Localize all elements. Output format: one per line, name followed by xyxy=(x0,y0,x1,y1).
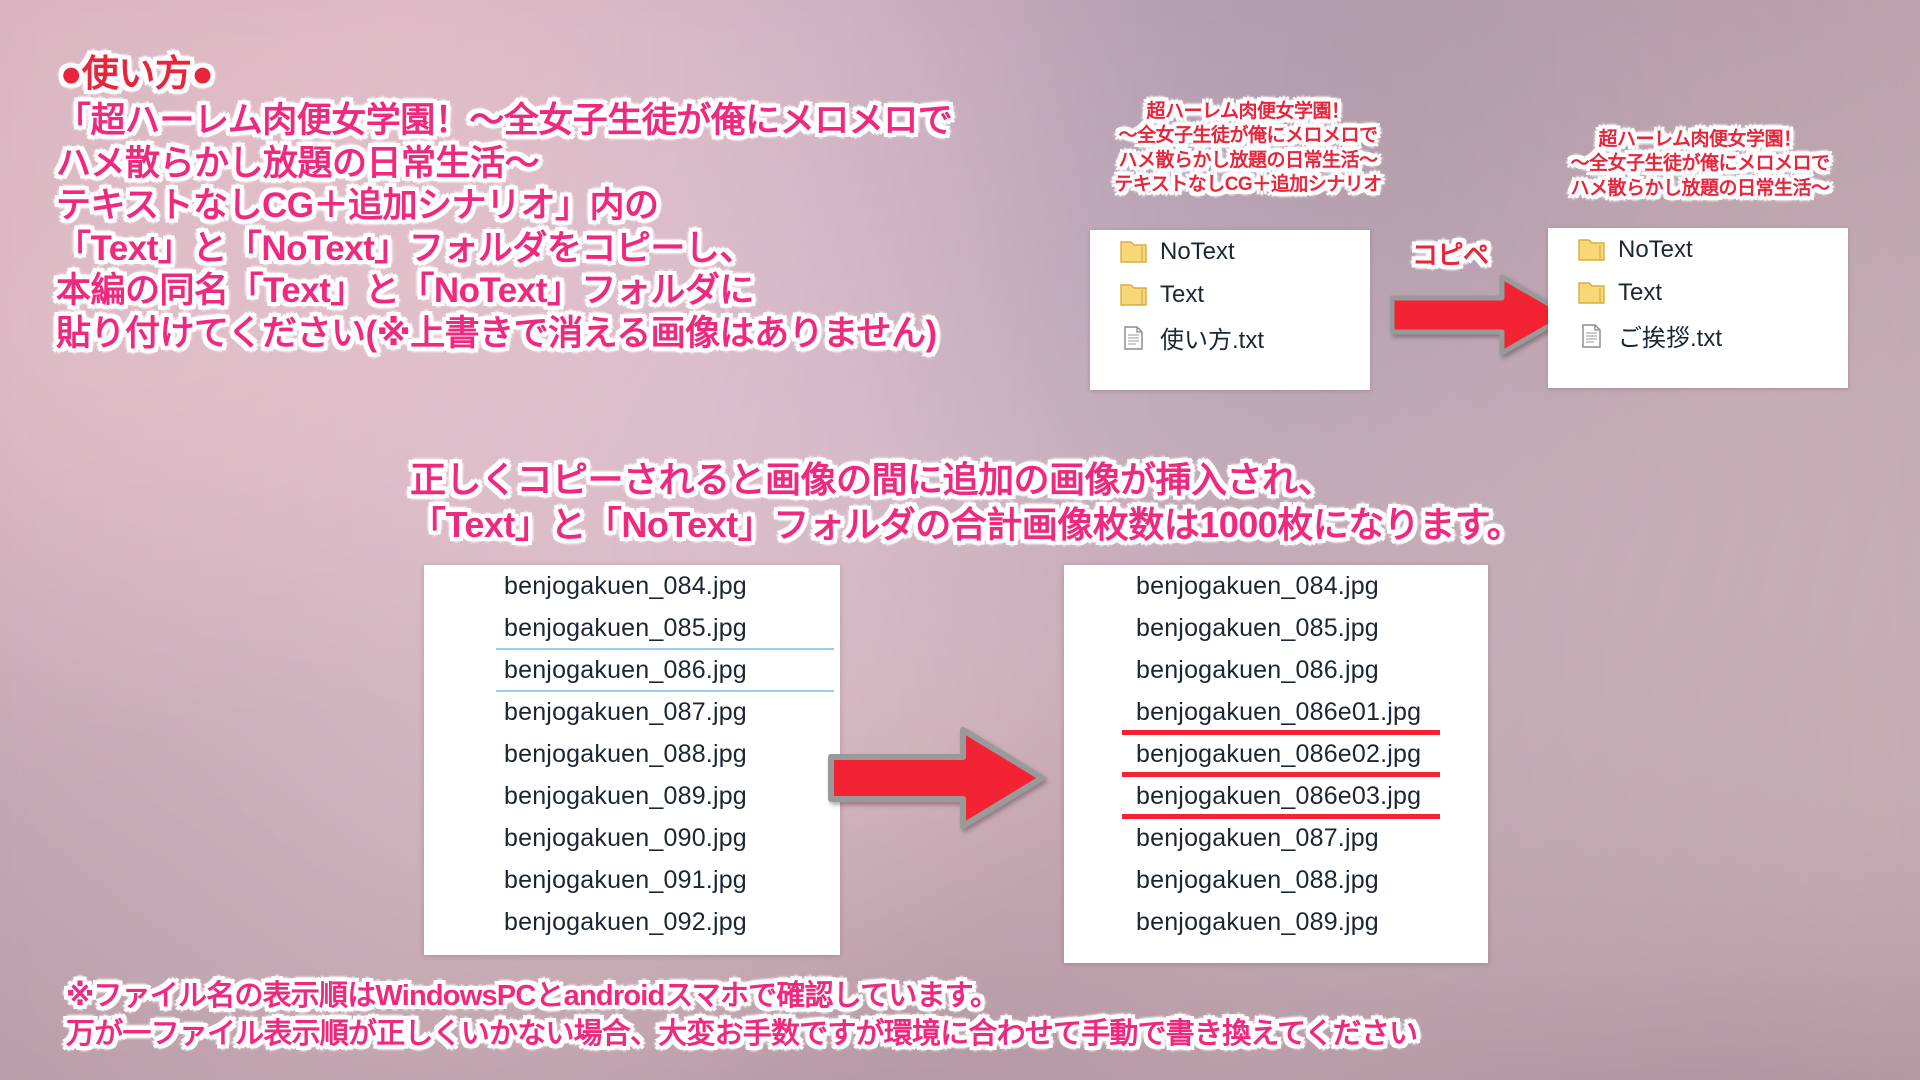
copy-paste-label: コピペ xyxy=(1412,240,1489,270)
file-list-row[interactable]: benjogakuen_084.jpg xyxy=(1064,565,1488,607)
file-list-row[interactable]: benjogakuen_091.jpg xyxy=(424,859,840,901)
file-row-greeting-txt[interactable]: ご挨拶.txt xyxy=(1548,314,1848,357)
file-name-label: benjogakuen_085.jpg xyxy=(1136,613,1379,642)
file-list-row[interactable]: benjogakuen_086e01.jpg xyxy=(1064,691,1488,735)
folder-row-text[interactable]: Text xyxy=(1090,273,1370,316)
file-list-row[interactable]: benjogakuen_086.jpg xyxy=(424,648,840,692)
source-folder-window[interactable]: NoText Text 使い方.txt xyxy=(1090,230,1370,390)
file-name-label: benjogakuen_087.jpg xyxy=(1136,823,1379,852)
file-row-label: ご挨拶.txt xyxy=(1618,325,1723,352)
file-list-row[interactable]: benjogakuen_086e02.jpg xyxy=(1064,733,1488,777)
file-name-label: benjogakuen_086e03.jpg xyxy=(1136,781,1422,810)
folder-icon xyxy=(1120,239,1148,265)
file-list-row[interactable]: benjogakuen_089.jpg xyxy=(424,775,840,817)
text-file-icon xyxy=(1120,325,1148,351)
after-file-list[interactable]: benjogakuen_084.jpg benjogakuen_085.jpgbe… xyxy=(1064,565,1488,963)
folder-row-label: NoText xyxy=(1160,237,1235,265)
file-name-label: benjogakuen_086e01.jpg xyxy=(1136,697,1422,726)
copy-arrow-icon xyxy=(1390,274,1571,356)
file-name-label: benjogakuen_091.jpg xyxy=(504,865,747,894)
file-name-label: benjogakuen_092.jpg xyxy=(504,907,747,936)
intro-title: ●使い方● xyxy=(60,53,214,94)
intro-body-text: 「超ハーレム肉便女学園！～全女子生徒が俺にメロメロで ハメ散らかし放題の日常生活… xyxy=(56,101,953,353)
file-name-label: benjogakuen_084.jpg xyxy=(1136,571,1379,600)
file-list-row[interactable]: benjogakuen_090.jpg xyxy=(424,817,840,859)
file-list-row[interactable]: benjogakuen_085.jpg xyxy=(424,607,840,649)
file-list-row[interactable]: benjogakuen_088.jpg xyxy=(1064,859,1488,901)
file-list-row[interactable]: benjogakuen_089.jpg xyxy=(1064,901,1488,943)
file-list-row[interactable]: benjogakuen_092.jpg xyxy=(424,901,840,943)
footer-note: ※ファイル名の表示順はWindowsPCとandroidスマホで確認しています。… xyxy=(66,980,1418,1050)
file-list-row[interactable]: benjogakuen_084.jpg xyxy=(424,565,840,607)
folder-icon xyxy=(1578,237,1606,263)
file-row-usage-txt[interactable]: 使い方.txt xyxy=(1090,316,1370,359)
folder-row-label: Text xyxy=(1160,280,1205,308)
file-name-label: benjogakuen_086.jpg xyxy=(1136,655,1379,684)
text-file-icon xyxy=(1578,323,1606,349)
folder-row-notext[interactable]: NoText xyxy=(1548,228,1848,271)
file-name-label: benjogakuen_089.jpg xyxy=(1136,907,1379,936)
file-name-label: benjogakuen_087.jpg xyxy=(504,697,747,726)
folder-row-text[interactable]: Text xyxy=(1548,271,1848,314)
folder-row-notext[interactable]: NoText xyxy=(1090,230,1370,273)
file-list-row[interactable]: benjogakuen_086.jpg xyxy=(1064,649,1488,691)
file-list-row[interactable]: benjogakuen_088.jpg xyxy=(424,733,840,775)
folder-icon xyxy=(1578,280,1606,306)
file-name-label: benjogakuen_085.jpg xyxy=(504,613,747,642)
file-name-label: benjogakuen_088.jpg xyxy=(504,739,747,768)
file-row-label: 使い方.txt xyxy=(1160,327,1265,354)
file-list-row[interactable]: benjogakuen_086e03.jpg xyxy=(1064,775,1488,819)
dest-folder-window[interactable]: NoText Text ご挨拶.txt xyxy=(1548,228,1848,388)
file-name-label: benjogakuen_086e02.jpg xyxy=(1136,739,1422,768)
folder-icon xyxy=(1120,282,1148,308)
poster-canvas: ●使い方● 「超ハーレム肉便女学園！～全女子生徒が俺にメロメロで ハメ散らかし放… xyxy=(0,0,1920,1080)
source-folder-caption: 超ハーレム肉便女学園！ ～全女子生徒が俺にメロメロで ハメ散らかし放題の日常生活… xyxy=(1114,101,1382,195)
folder-row-label: Text xyxy=(1618,278,1663,306)
before-file-list[interactable]: benjogakuen_084.jpg benjogakuen_085.jpgbe… xyxy=(424,565,840,955)
file-name-label: benjogakuen_088.jpg xyxy=(1136,865,1379,894)
file-name-label: benjogakuen_084.jpg xyxy=(504,571,747,600)
file-list-row[interactable]: benjogakuen_085.jpg xyxy=(1064,607,1488,649)
folder-row-label: NoText xyxy=(1618,235,1693,263)
file-name-label: benjogakuen_089.jpg xyxy=(504,781,747,810)
file-name-label: benjogakuen_090.jpg xyxy=(504,823,747,852)
dest-folder-caption: 超ハーレム肉便女学園！ ～全女子生徒が俺にメロメロで ハメ散らかし放題の日常生活… xyxy=(1570,129,1830,199)
file-name-label: benjogakuen_086.jpg xyxy=(504,655,747,684)
insert-arrow-icon xyxy=(828,727,1045,829)
middle-heading: 正しくコピーされると画像の間に追加の画像が挿入され、 「Text」と「NoTex… xyxy=(410,459,1523,545)
file-list-row[interactable]: benjogakuen_087.jpg xyxy=(424,691,840,733)
file-list-row[interactable]: benjogakuen_087.jpg xyxy=(1064,817,1488,859)
